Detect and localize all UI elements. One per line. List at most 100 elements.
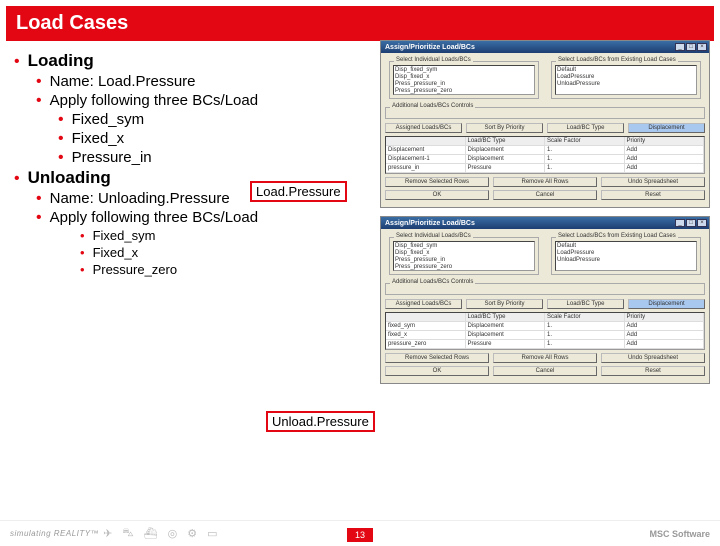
maximize-icon[interactable]: □ xyxy=(686,219,696,227)
td[interactable]: 1. xyxy=(545,155,625,163)
remove-all-button[interactable]: Remove All Rows xyxy=(493,177,597,187)
td[interactable]: pressure_zero xyxy=(386,340,466,348)
target-icon: ◎ xyxy=(168,527,178,540)
td[interactable]: 1. xyxy=(545,340,625,348)
td[interactable]: Displacement xyxy=(466,146,546,154)
undo-button[interactable]: Undo Spreadsheet xyxy=(601,177,705,187)
group-label: Select Individual Loads/BCs xyxy=(394,233,473,239)
td[interactable]: Add xyxy=(625,340,705,348)
list-item[interactable]: UnloadPressure xyxy=(557,257,695,264)
td[interactable]: Displacement xyxy=(386,146,466,154)
bullet-text: Apply following three BCs/Load xyxy=(50,92,258,109)
window-title: Assign/Prioritize Load/BCs xyxy=(383,220,475,227)
reset-button[interactable]: Reset xyxy=(601,190,705,200)
footer-icons: ✈ ⛍ ⛴ ◎ ⚙ ▭ xyxy=(103,527,217,541)
listbox-individual[interactable]: Disp_fixed_sym Disp_fixed_x Press_pressu… xyxy=(393,241,535,271)
type-combo[interactable]: Displacement xyxy=(628,299,705,309)
remove-selected-button[interactable]: Remove Selected Rows xyxy=(385,353,489,363)
th: Priority xyxy=(625,313,705,321)
td[interactable]: 1. xyxy=(545,146,625,154)
close-icon[interactable]: × xyxy=(697,43,707,51)
list-item[interactable]: Disp_fixed_x xyxy=(395,250,533,257)
ship-icon: ⛴ xyxy=(144,527,158,540)
th: Load/BC Type xyxy=(466,137,546,145)
td[interactable]: fixed_x xyxy=(386,331,466,339)
bullet-icon: • xyxy=(36,191,42,207)
bullet-icon: • xyxy=(14,171,20,187)
window-title: Assign/Prioritize Load/BCs xyxy=(383,44,475,51)
brand-text: simulating REALITY™ xyxy=(10,529,99,538)
system-buttons: _ □ × xyxy=(675,43,707,51)
bullet-text: Fixed_x xyxy=(72,130,125,147)
minimize-icon[interactable]: _ xyxy=(675,219,685,227)
list-item[interactable]: LoadPressure xyxy=(557,250,695,257)
td[interactable]: Add xyxy=(625,322,705,330)
th xyxy=(386,137,466,145)
th: Scale Factor xyxy=(545,137,625,145)
td[interactable]: Add xyxy=(625,164,705,172)
td[interactable]: Add xyxy=(625,155,705,163)
listbox-existing[interactable]: Default LoadPressure UnloadPressure xyxy=(555,65,697,95)
td[interactable]: fixed_sym xyxy=(386,322,466,330)
cancel-button[interactable]: Cancel xyxy=(493,190,597,200)
td[interactable]: Pressure xyxy=(466,164,546,172)
remove-selected-button[interactable]: Remove Selected Rows xyxy=(385,177,489,187)
td[interactable]: Displacement xyxy=(466,155,546,163)
minimize-icon[interactable]: _ xyxy=(675,43,685,51)
list-item[interactable]: Press_pressure_zero xyxy=(395,264,533,271)
close-icon[interactable]: × xyxy=(697,219,707,227)
sort-button[interactable]: Sort By Priority xyxy=(466,123,543,133)
list-item[interactable]: Default xyxy=(557,67,695,74)
td[interactable]: 1. xyxy=(545,331,625,339)
listbox-existing[interactable]: Default LoadPressure UnloadPressure xyxy=(555,241,697,271)
bullet-text: Apply following three BCs/Load xyxy=(50,209,258,226)
bullet-text: Name: Load.Pressure xyxy=(50,73,196,90)
td[interactable]: pressure_in xyxy=(386,164,466,172)
td[interactable]: Displacement-1 xyxy=(386,155,466,163)
list-item[interactable]: Press_pressure_in xyxy=(395,81,533,88)
callout-load-pressure: Load.Pressure xyxy=(250,181,347,202)
type-combo[interactable]: Displacement xyxy=(628,123,705,133)
car-icon: ⛍ xyxy=(122,527,133,541)
list-item[interactable]: Disp_fixed_sym xyxy=(395,243,533,250)
slide-footer: simulating REALITY™ ✈ ⛍ ⛴ ◎ ⚙ ▭ 13 MSC S… xyxy=(0,520,720,546)
td[interactable]: Pressure xyxy=(466,340,546,348)
loads-table: Load/BC Type Scale Factor Priority fixed… xyxy=(385,312,705,350)
list-item[interactable]: Disp_fixed_sym xyxy=(395,67,533,74)
list-item[interactable]: Press_pressure_in xyxy=(395,257,533,264)
gear-icon: ⚙ xyxy=(187,527,197,540)
td[interactable]: Add xyxy=(625,331,705,339)
list-item[interactable]: Default xyxy=(557,243,695,250)
maximize-icon[interactable]: □ xyxy=(686,43,696,51)
assigned-button[interactable]: Assigned Loads/BCs xyxy=(385,123,462,133)
type-button[interactable]: Load/BC Type xyxy=(547,123,624,133)
list-item[interactable]: Press_pressure_zero xyxy=(395,88,533,95)
callout-unload-pressure: Unload.Pressure xyxy=(266,411,375,432)
dialog-window-1: Assign/Prioritize Load/BCs _ □ × Select … xyxy=(380,40,710,208)
td[interactable]: 1. xyxy=(545,164,625,172)
ok-button[interactable]: OK xyxy=(385,366,489,376)
type-button[interactable]: Load/BC Type xyxy=(547,299,624,309)
cancel-button[interactable]: Cancel xyxy=(493,366,597,376)
reset-button[interactable]: Reset xyxy=(601,366,705,376)
th: Priority xyxy=(625,137,705,145)
group-label: Select Loads/BCs from Existing Load Case… xyxy=(556,57,678,63)
td[interactable]: Add xyxy=(625,146,705,154)
list-item[interactable]: UnloadPressure xyxy=(557,81,695,88)
assigned-button[interactable]: Assigned Loads/BCs xyxy=(385,299,462,309)
ok-button[interactable]: OK xyxy=(385,190,489,200)
td[interactable]: Displacement xyxy=(466,331,546,339)
system-buttons: _ □ × xyxy=(675,219,707,227)
list-item[interactable]: Disp_fixed_x xyxy=(395,74,533,81)
undo-button[interactable]: Undo Spreadsheet xyxy=(601,353,705,363)
footer-logo: MSC Software xyxy=(649,529,710,539)
td[interactable]: 1. xyxy=(545,322,625,330)
remove-all-button[interactable]: Remove All Rows xyxy=(493,353,597,363)
footer-left: simulating REALITY™ ✈ ⛍ ⛴ ◎ ⚙ ▭ xyxy=(10,527,218,541)
listbox-individual[interactable]: Disp_fixed_sym Disp_fixed_x Press_pressu… xyxy=(393,65,535,95)
titlebar: Assign/Prioritize Load/BCs _ □ × xyxy=(381,217,709,229)
plane-icon: ✈ xyxy=(103,527,112,540)
list-item[interactable]: LoadPressure xyxy=(557,74,695,81)
td[interactable]: Displacement xyxy=(466,322,546,330)
sort-button[interactable]: Sort By Priority xyxy=(466,299,543,309)
